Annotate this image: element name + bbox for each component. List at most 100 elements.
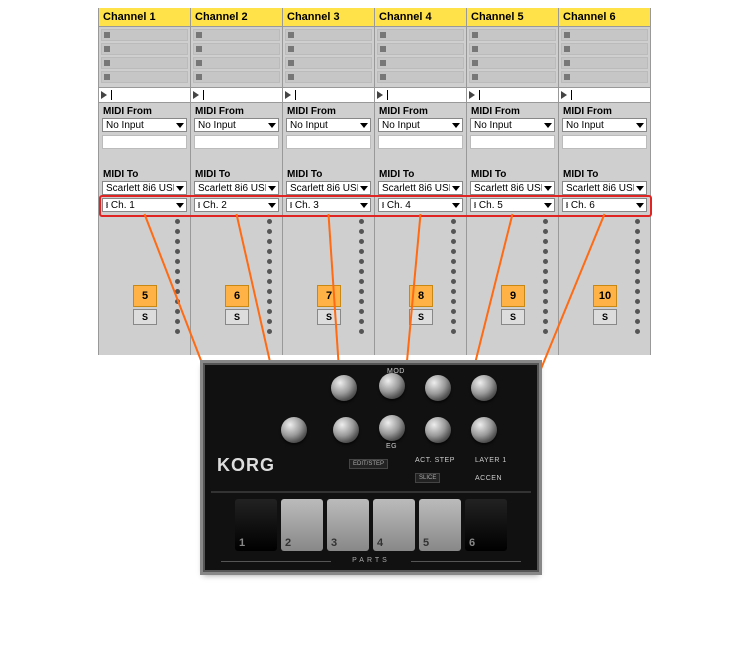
knob[interactable] bbox=[331, 375, 357, 401]
clip-slot[interactable] bbox=[285, 29, 372, 41]
clip-slot[interactable] bbox=[193, 29, 280, 41]
clip-slot[interactable] bbox=[101, 57, 188, 69]
korg-act-step-label: ACT. STEP bbox=[415, 457, 455, 464]
clip-slot[interactable] bbox=[377, 29, 464, 41]
midi-from-sub-dropdown[interactable] bbox=[470, 135, 555, 149]
clip-slot[interactable] bbox=[193, 43, 280, 55]
midi-from-sub-dropdown[interactable] bbox=[378, 135, 463, 149]
knob[interactable] bbox=[333, 417, 359, 443]
track-number-button[interactable]: 8 bbox=[409, 285, 433, 307]
channel-title[interactable]: Channel 5 bbox=[467, 8, 558, 27]
midi-from-dropdown[interactable]: No Input bbox=[194, 118, 279, 132]
stop-icon bbox=[288, 60, 294, 66]
solo-button[interactable]: S bbox=[133, 309, 157, 325]
clip-slot[interactable] bbox=[377, 43, 464, 55]
clip-slot[interactable] bbox=[285, 57, 372, 69]
channel-title[interactable]: Channel 1 bbox=[99, 8, 190, 27]
clip-slot[interactable] bbox=[469, 71, 556, 83]
track-number-button[interactable]: 9 bbox=[501, 285, 525, 307]
korg-pad[interactable]: 4 bbox=[373, 499, 415, 551]
clip-slot[interactable] bbox=[469, 57, 556, 69]
midi-to-device-dropdown[interactable]: Scarlett 8i6 USB bbox=[102, 181, 187, 195]
knob[interactable] bbox=[471, 417, 497, 443]
knob[interactable] bbox=[425, 375, 451, 401]
knob[interactable] bbox=[379, 415, 405, 441]
track-status-row[interactable] bbox=[375, 87, 466, 103]
midi-from-dropdown[interactable]: No Input bbox=[378, 118, 463, 132]
knob[interactable] bbox=[281, 417, 307, 443]
midi-to-channel-dropdown[interactable]: ፧ Ch. 6 bbox=[562, 198, 647, 212]
midi-from-sub-dropdown[interactable] bbox=[562, 135, 647, 149]
track-status-row[interactable] bbox=[99, 87, 190, 103]
cursor-icon bbox=[571, 90, 572, 100]
clip-slot[interactable] bbox=[561, 71, 648, 83]
track-number-button[interactable]: 7 bbox=[317, 285, 341, 307]
track-status-row[interactable] bbox=[467, 87, 558, 103]
midi-to-device-dropdown[interactable]: Scarlett 8i6 USB bbox=[194, 181, 279, 195]
meter-dot bbox=[267, 279, 272, 284]
midi-from-dropdown[interactable]: No Input bbox=[562, 118, 647, 132]
solo-button[interactable]: S bbox=[501, 309, 525, 325]
midi-to-device-value: Scarlett 8i6 USB bbox=[290, 183, 358, 194]
clip-slot[interactable] bbox=[561, 43, 648, 55]
midi-from-dropdown[interactable]: No Input bbox=[286, 118, 371, 132]
midi-to-channel-dropdown[interactable]: ፧ Ch. 2 bbox=[194, 198, 279, 212]
midi-from-dropdown[interactable]: No Input bbox=[470, 118, 555, 132]
clip-slot[interactable] bbox=[101, 43, 188, 55]
clip-slot[interactable] bbox=[285, 71, 372, 83]
dropdown-icon bbox=[636, 203, 644, 208]
midi-to-channel-dropdown[interactable]: ፧ Ch. 1 bbox=[102, 198, 187, 212]
korg-pad[interactable]: 5 bbox=[419, 499, 461, 551]
midi-from-sub-dropdown[interactable] bbox=[194, 135, 279, 149]
stop-icon bbox=[472, 74, 478, 80]
clip-slot[interactable] bbox=[561, 57, 648, 69]
track-status-row[interactable] bbox=[283, 87, 374, 103]
midi-from-dropdown[interactable]: No Input bbox=[102, 118, 187, 132]
midi-to-channel-dropdown[interactable]: ፧ Ch. 5 bbox=[470, 198, 555, 212]
midi-from-sub-dropdown[interactable] bbox=[286, 135, 371, 149]
midi-to-device-dropdown[interactable]: Scarlett 8i6 USB bbox=[286, 181, 371, 195]
track-number-button[interactable]: 6 bbox=[225, 285, 249, 307]
meter-dot bbox=[451, 289, 456, 294]
midi-to-channel-dropdown[interactable]: ፧ Ch. 3 bbox=[286, 198, 371, 212]
knob[interactable] bbox=[379, 373, 405, 399]
track-status-row[interactable] bbox=[559, 87, 650, 103]
knob[interactable] bbox=[471, 375, 497, 401]
korg-pad[interactable]: 2 bbox=[281, 499, 323, 551]
solo-button[interactable]: S bbox=[593, 309, 617, 325]
korg-pad[interactable]: 6 bbox=[465, 499, 507, 551]
midi-to-device-dropdown[interactable]: Scarlett 8i6 USB bbox=[378, 181, 463, 195]
clip-slot[interactable] bbox=[469, 29, 556, 41]
knob[interactable] bbox=[425, 417, 451, 443]
clip-slot[interactable] bbox=[101, 29, 188, 41]
midi-from-label: MIDI From bbox=[375, 103, 466, 118]
midi-to-device-dropdown[interactable]: Scarlett 8i6 USB bbox=[470, 181, 555, 195]
clip-slot[interactable] bbox=[469, 43, 556, 55]
channel-title[interactable]: Channel 3 bbox=[283, 8, 374, 27]
solo-button[interactable]: S bbox=[225, 309, 249, 325]
meter-dot bbox=[175, 299, 180, 304]
clip-slot[interactable] bbox=[561, 29, 648, 41]
channel-title[interactable]: Channel 2 bbox=[191, 8, 282, 27]
track-number-button[interactable]: 5 bbox=[133, 285, 157, 307]
clip-slot[interactable] bbox=[193, 71, 280, 83]
korg-slice-button[interactable]: SLICE bbox=[415, 473, 440, 483]
clip-slot[interactable] bbox=[193, 57, 280, 69]
korg-pad[interactable]: 3 bbox=[327, 499, 369, 551]
solo-button[interactable]: S bbox=[409, 309, 433, 325]
track-number-button[interactable]: 10 bbox=[593, 285, 617, 307]
solo-button[interactable]: S bbox=[317, 309, 341, 325]
korg-pad[interactable]: 1 bbox=[235, 499, 277, 551]
midi-to-channel-dropdown[interactable]: ፧ Ch. 4 bbox=[378, 198, 463, 212]
midi-from-sub-dropdown[interactable] bbox=[102, 135, 187, 149]
meter-dot bbox=[543, 239, 548, 244]
track-status-row[interactable] bbox=[191, 87, 282, 103]
midi-to-device-dropdown[interactable]: Scarlett 8i6 USB bbox=[562, 181, 647, 195]
channel-title[interactable]: Channel 4 bbox=[375, 8, 466, 27]
clip-slot[interactable] bbox=[285, 43, 372, 55]
korg-edit-step-button[interactable]: EDIT/STEP bbox=[349, 459, 388, 469]
clip-slot[interactable] bbox=[377, 71, 464, 83]
clip-slot[interactable] bbox=[377, 57, 464, 69]
clip-slot[interactable] bbox=[101, 71, 188, 83]
channel-title[interactable]: Channel 6 bbox=[559, 8, 650, 27]
